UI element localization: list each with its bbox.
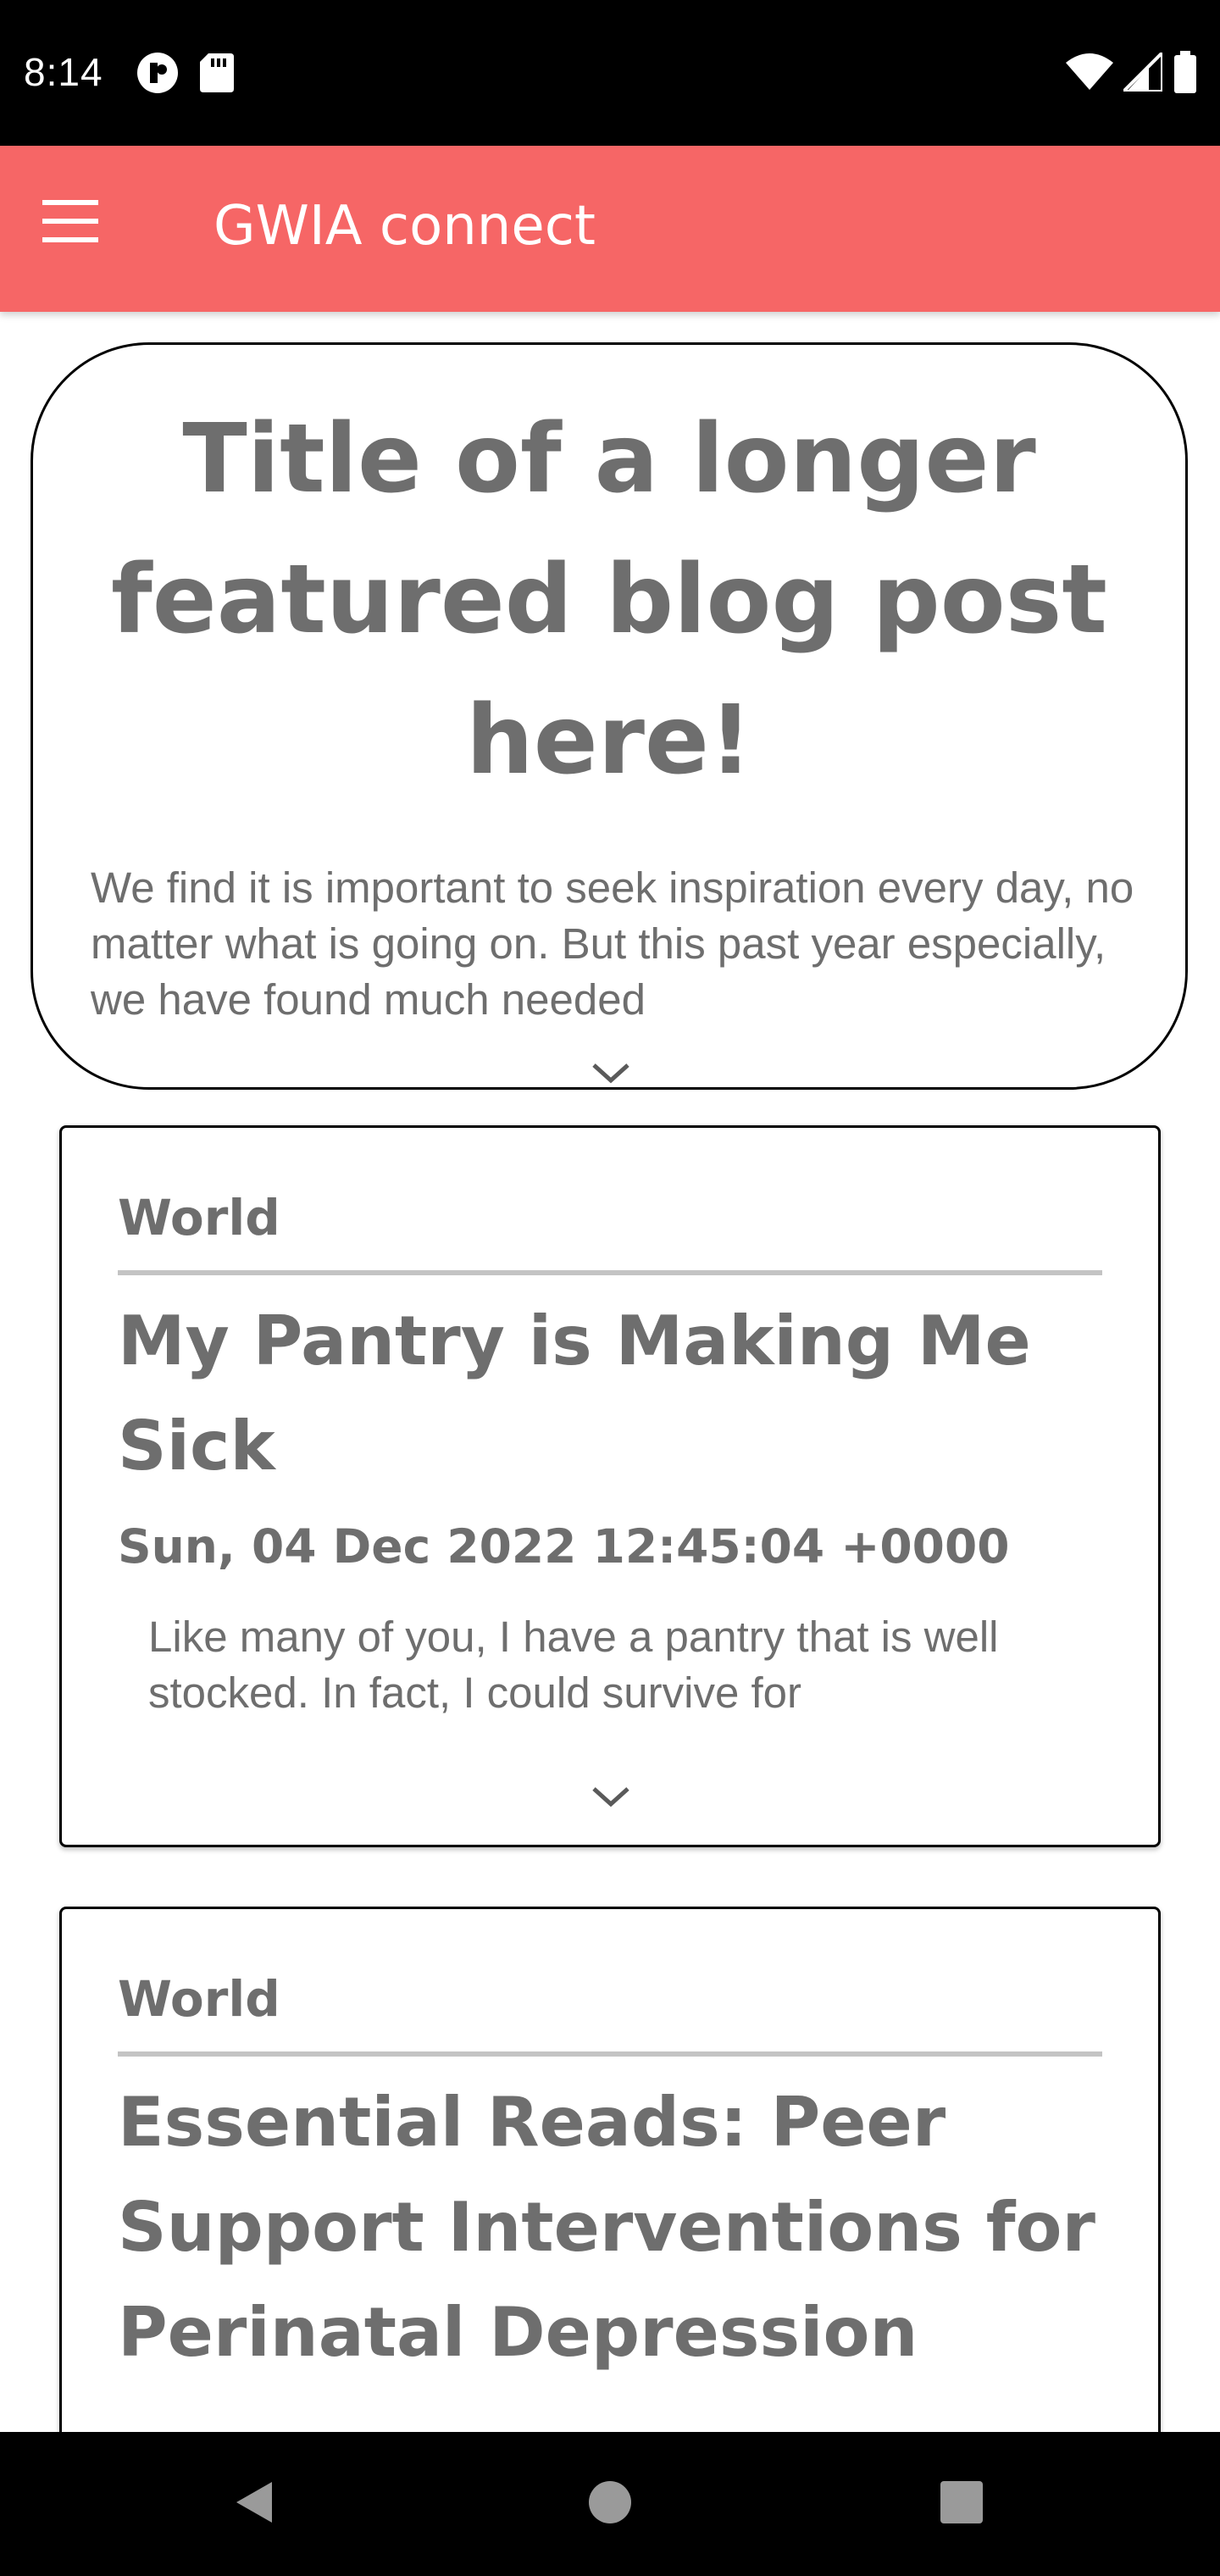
app-bar: GWIA connect <box>0 146 1220 312</box>
status-right-icons <box>1066 48 1198 97</box>
recents-icon[interactable] <box>923 2464 1000 2540</box>
wifi-icon <box>1066 53 1113 96</box>
hamburger-menu-icon[interactable] <box>42 200 120 259</box>
post-date: Sun, 04 Dec 2022 12:45:04 +0000 <box>118 1519 1010 1574</box>
status-time: 8:14 <box>24 50 103 94</box>
signal-icon <box>1119 48 1164 96</box>
post-title: My Pantry is Making Me Sick <box>118 1302 1031 1485</box>
post-divider <box>118 2051 1102 2057</box>
back-icon[interactable] <box>217 2464 293 2540</box>
device-screen: 8:14 GWIA connect Title of a longer feat… <box>0 0 1220 2576</box>
system-nav-bar <box>0 2432 1220 2576</box>
featured-post-title: Title of a longer featured blog post her… <box>111 404 1107 796</box>
sd-card-icon <box>200 53 234 97</box>
post-card[interactable]: World My Pantry is Making Me Sick Sun, 0… <box>59 1125 1161 1847</box>
status-left-icons <box>136 51 234 99</box>
featured-post-card[interactable]: Title of a longer featured blog post her… <box>30 342 1188 1090</box>
blog-feed[interactable]: Title of a longer featured blog post her… <box>0 312 1220 2432</box>
post-category: World <box>118 1189 280 1246</box>
post-excerpt: Like many of you, I have a pantry that i… <box>148 1613 999 1717</box>
notification-icon <box>136 51 180 99</box>
post-divider <box>118 1270 1102 1275</box>
app-title: GWIA connect <box>214 195 596 258</box>
featured-post-excerpt: We find it is important to seek inspirat… <box>91 863 1134 1024</box>
chevron-down-icon[interactable] <box>585 1057 636 1091</box>
post-title: Essential Reads: Peer Support Interventi… <box>118 2083 1095 2372</box>
battery-icon <box>1173 51 1198 97</box>
post-card[interactable]: World Essential Reads: Peer Support Inte… <box>59 1907 1161 2432</box>
post-category: World <box>118 1970 280 2028</box>
status-bar: 8:14 <box>0 0 1220 146</box>
home-icon[interactable] <box>572 2464 648 2540</box>
chevron-down-icon[interactable] <box>585 1780 636 1814</box>
